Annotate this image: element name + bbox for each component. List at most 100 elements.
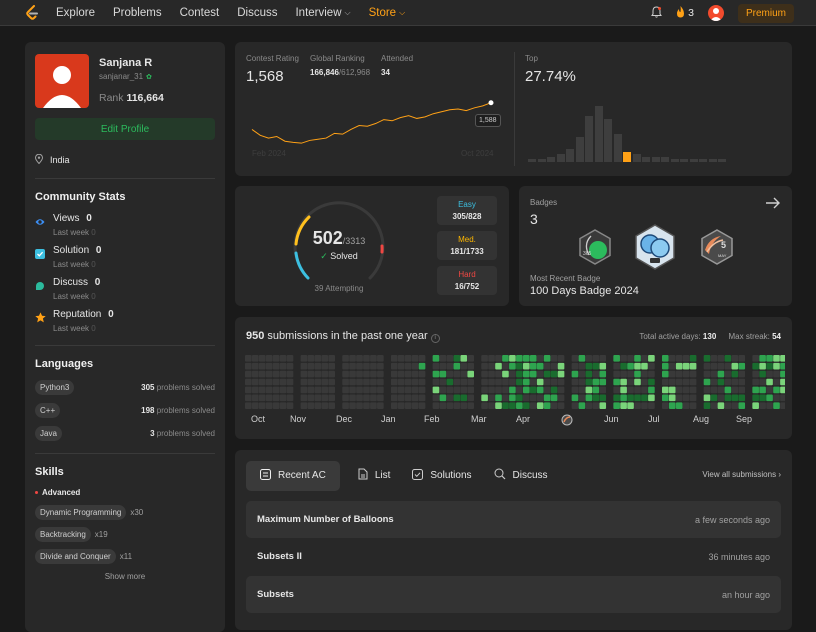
heatmap-cell[interactable] bbox=[641, 386, 648, 394]
heatmap-cell[interactable] bbox=[599, 362, 607, 370]
heatmap-cell[interactable] bbox=[752, 402, 759, 409]
heatmap-cell[interactable] bbox=[460, 362, 468, 370]
heatmap-cell[interactable] bbox=[342, 394, 349, 402]
heatmap-cell[interactable] bbox=[523, 355, 530, 362]
heatmap-cell[interactable] bbox=[759, 394, 766, 402]
heatmap-cell[interactable] bbox=[488, 370, 495, 378]
heatmap-cell[interactable] bbox=[300, 355, 308, 362]
heatmap-cell[interactable] bbox=[516, 355, 523, 362]
heatmap-cell[interactable] bbox=[279, 362, 287, 370]
heatmap-cell[interactable] bbox=[356, 362, 363, 370]
heatmap-cell[interactable] bbox=[495, 362, 502, 370]
heatmap-cell[interactable] bbox=[731, 394, 739, 402]
heatmap-cell[interactable] bbox=[668, 402, 676, 409]
heatmap-cell[interactable] bbox=[620, 394, 627, 402]
heatmap-cell[interactable] bbox=[439, 355, 447, 362]
heatmap-cell[interactable] bbox=[279, 378, 287, 386]
heatmap-cell[interactable] bbox=[634, 378, 641, 386]
heatmap-cell[interactable] bbox=[467, 378, 474, 386]
heatmap-cell[interactable] bbox=[620, 355, 627, 362]
heatmap-cell[interactable] bbox=[377, 402, 384, 409]
heatmap-cell[interactable] bbox=[578, 362, 586, 370]
heatmap-cell[interactable] bbox=[710, 355, 718, 362]
heatmap-cell[interactable] bbox=[703, 355, 711, 362]
heatmap-cell[interactable] bbox=[251, 402, 259, 409]
heatmap-cell[interactable] bbox=[648, 370, 655, 378]
heatmap-cell[interactable] bbox=[279, 386, 287, 394]
heatmap-cell[interactable] bbox=[321, 378, 329, 386]
heatmap-cell[interactable] bbox=[502, 362, 509, 370]
submission-title[interactable]: Subsets bbox=[257, 589, 294, 600]
heatmap-cell[interactable] bbox=[279, 370, 287, 378]
heatmap-cell[interactable] bbox=[349, 386, 356, 394]
heatmap-cell[interactable] bbox=[314, 362, 322, 370]
heatmap-cell[interactable] bbox=[634, 355, 641, 362]
heatmap-cell[interactable] bbox=[675, 394, 683, 402]
heatmap-cell[interactable] bbox=[648, 394, 655, 402]
heatmap-cell[interactable] bbox=[592, 402, 600, 409]
heatmap-cell[interactable] bbox=[689, 378, 697, 386]
heatmap-cell[interactable] bbox=[613, 355, 620, 362]
heatmap-cell[interactable] bbox=[363, 402, 370, 409]
heatmap-cell[interactable] bbox=[662, 402, 669, 409]
heatmap-cell[interactable] bbox=[418, 362, 426, 370]
heatmap-cell[interactable] bbox=[780, 402, 785, 409]
heatmap-cell[interactable] bbox=[550, 355, 558, 362]
submission-row[interactable]: Maximum Number of Balloons a few seconds… bbox=[246, 501, 781, 538]
heatmap-cell[interactable] bbox=[265, 402, 273, 409]
heatmap-cell[interactable] bbox=[780, 355, 785, 362]
heatmap-cell[interactable] bbox=[265, 370, 273, 378]
heatmap-cell[interactable] bbox=[488, 386, 495, 394]
heatmap-cell[interactable] bbox=[286, 386, 294, 394]
heatmap-cell[interactable] bbox=[529, 370, 537, 378]
heatmap-cell[interactable] bbox=[627, 378, 634, 386]
heatmap-cell[interactable] bbox=[279, 402, 287, 409]
heatmap-cell[interactable] bbox=[717, 402, 725, 409]
heatmap-cell[interactable] bbox=[390, 378, 398, 386]
heatmap-cell[interactable] bbox=[439, 386, 447, 394]
heatmap-cell[interactable] bbox=[634, 362, 641, 370]
heatmap-cell[interactable] bbox=[300, 370, 308, 378]
heatmap-cell[interactable] bbox=[488, 402, 495, 409]
heatmap-cell[interactable] bbox=[245, 386, 252, 394]
heatmap-cell[interactable] bbox=[689, 370, 697, 378]
heatmap-cell[interactable] bbox=[397, 362, 405, 370]
heatmap-cell[interactable] bbox=[342, 355, 349, 362]
heatmap-cell[interactable] bbox=[370, 386, 377, 394]
heatmap-cell[interactable] bbox=[529, 394, 537, 402]
badge-365-icon[interactable]: 365 bbox=[577, 228, 613, 271]
heatmap-cell[interactable] bbox=[557, 402, 565, 409]
heatmap-cell[interactable] bbox=[453, 370, 461, 378]
heatmap-cell[interactable] bbox=[759, 370, 766, 378]
heatmap-cell[interactable] bbox=[780, 362, 785, 370]
heatmap-cell[interactable] bbox=[321, 370, 329, 378]
heatmap-cell[interactable] bbox=[648, 378, 655, 386]
heatmap-cell[interactable] bbox=[578, 394, 586, 402]
heatmap-cell[interactable] bbox=[251, 355, 259, 362]
heatmap-cell[interactable] bbox=[377, 362, 384, 370]
heatmap-cell[interactable] bbox=[766, 386, 773, 394]
heatmap-cell[interactable] bbox=[251, 394, 259, 402]
heatmap-cell[interactable] bbox=[682, 355, 690, 362]
heatmap-cell[interactable] bbox=[766, 370, 773, 378]
heatmap-cell[interactable] bbox=[550, 362, 558, 370]
heatmap-cell[interactable] bbox=[557, 362, 565, 370]
heatmap-cell[interactable] bbox=[342, 362, 349, 370]
heatmap-cell[interactable] bbox=[543, 394, 551, 402]
heatmap-cell[interactable] bbox=[251, 362, 259, 370]
heatmap-cell[interactable] bbox=[495, 355, 502, 362]
heatmap-cell[interactable] bbox=[502, 402, 509, 409]
heatmap-cell[interactable] bbox=[481, 370, 488, 378]
heatmap-cell[interactable] bbox=[245, 370, 252, 378]
heatmap-cell[interactable] bbox=[356, 378, 363, 386]
heatmap-cell[interactable] bbox=[592, 355, 600, 362]
heatmap-cell[interactable] bbox=[585, 378, 593, 386]
heatmap-cell[interactable] bbox=[585, 362, 593, 370]
heatmap-cell[interactable] bbox=[418, 402, 426, 409]
heatmap-cell[interactable] bbox=[342, 402, 349, 409]
heatmap-cell[interactable] bbox=[523, 378, 530, 386]
heatmap-cell[interactable] bbox=[766, 394, 773, 402]
heatmap-cell[interactable] bbox=[245, 402, 252, 409]
heatmap-cell[interactable] bbox=[321, 386, 329, 394]
heatmap-cell[interactable] bbox=[265, 378, 273, 386]
